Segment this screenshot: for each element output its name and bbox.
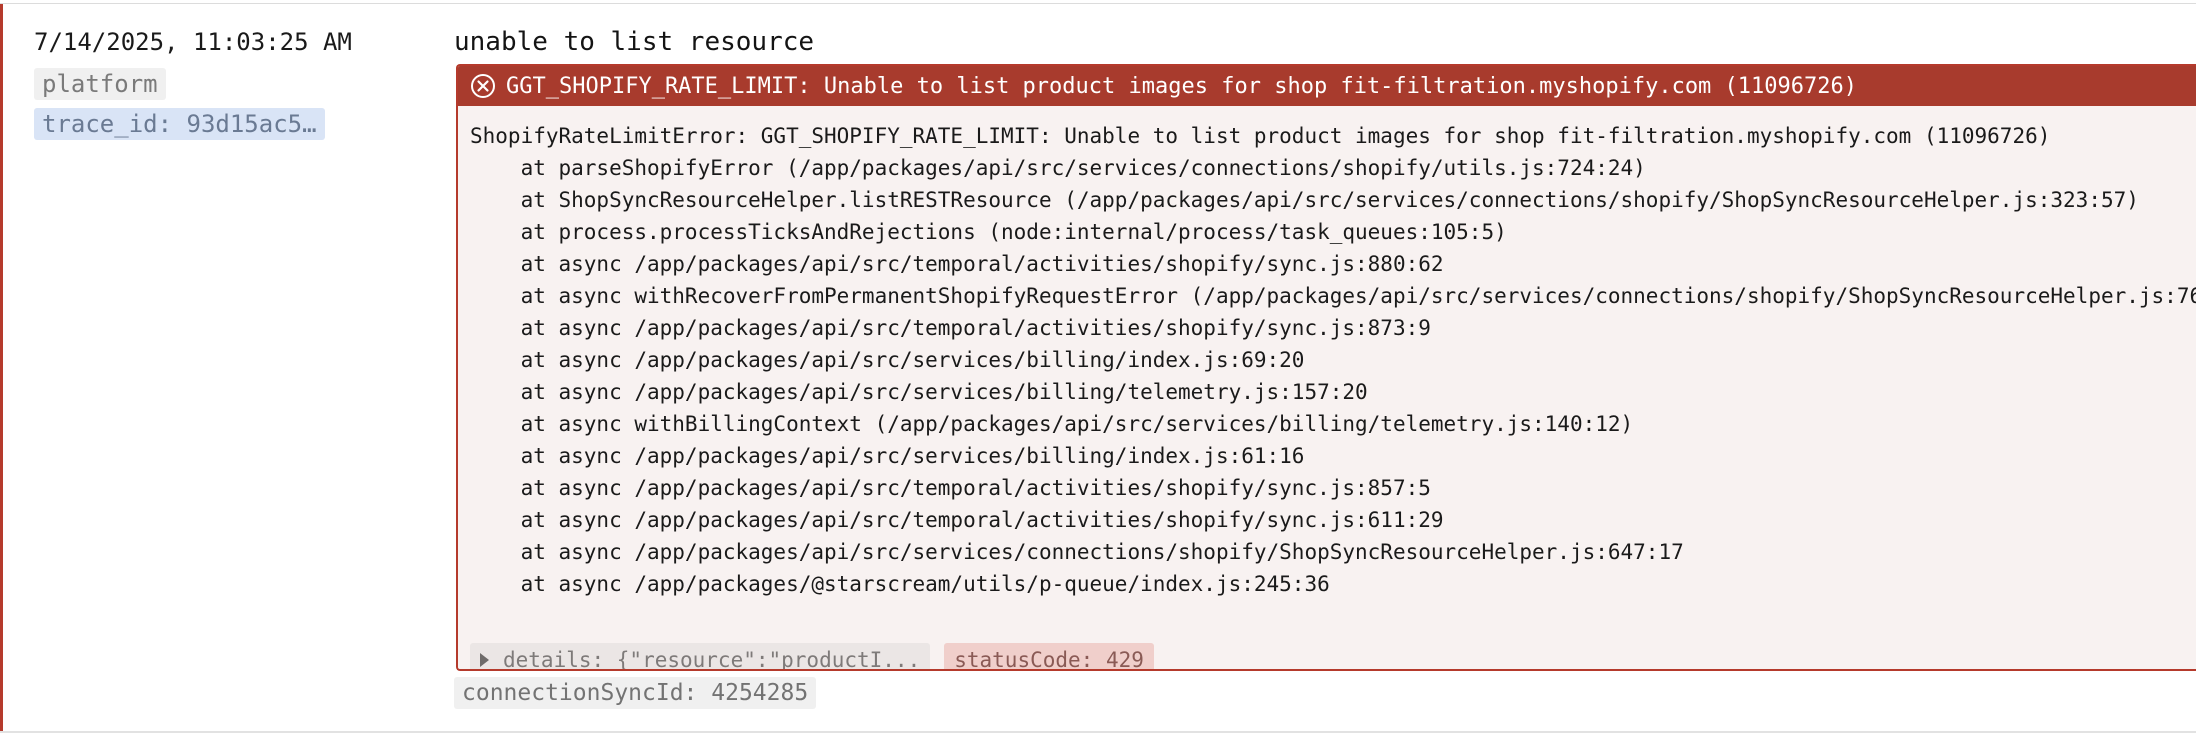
connection-sync-id-tag[interactable]: connectionSyncId: 4254285 [454, 677, 817, 709]
stack-trace-line: ShopifyRateLimitError: GGT_SHOPIFY_RATE_… [470, 124, 2051, 148]
stack-trace-line: at async /app/packages/api/src/services/… [470, 380, 1368, 404]
error-header-text: GGT_SHOPIFY_RATE_LIMIT: Unable to list p… [506, 73, 1858, 99]
stack-trace-line: at async /app/packages/api/src/services/… [470, 444, 1305, 468]
log-viewer: 7/14/2025, 11:03:25 AM platform trace_id… [0, 0, 2196, 736]
stack-trace-line: at async withBillingContext (/app/packag… [470, 412, 1634, 436]
stack-trace-line: at async /app/packages/api/src/temporal/… [470, 508, 1444, 532]
trace-id-tag[interactable]: trace_id: 93d15ac5… [34, 108, 325, 140]
stack-trace-line: at async /app/packages/api/src/temporal/… [470, 316, 1431, 340]
error-header: GGT_SHOPIFY_RATE_LIMIT: Unable to list p… [458, 66, 2196, 106]
error-panel: GGT_SHOPIFY_RATE_LIMIT: Unable to list p… [456, 64, 2196, 671]
stack-trace-line: at async /app/packages/api/src/services/… [470, 348, 1305, 372]
error-level-indicator [0, 4, 3, 731]
stack-trace-line: at ShopSyncResourceHelper.listRESTResour… [470, 188, 2139, 212]
log-entry-body: unable to list resource GGT_SHOPIFY_RATE… [454, 22, 2196, 709]
stack-trace-line: at process.processTicksAndRejections (no… [470, 220, 1507, 244]
expand-triangle-icon [480, 653, 489, 667]
top-divider [0, 3, 2196, 4]
log-entry-meta: 7/14/2025, 11:03:25 AM platform trace_id… [34, 22, 434, 140]
log-message: unable to list resource [454, 27, 815, 57]
stack-trace-line: at async /app/packages/api/src/temporal/… [470, 476, 1431, 500]
source-tag[interactable]: platform [34, 68, 166, 100]
log-timestamp: 7/14/2025, 11:03:25 AM [34, 28, 352, 56]
stack-trace-line: at parseShopifyError (/app/packages/api/… [470, 156, 1646, 180]
details-badge-text: details: {"resource":"productI... [503, 648, 921, 671]
stack-trace-line: at async /app/packages/api/src/temporal/… [470, 252, 1444, 276]
stack-trace-line: at async /app/packages/@starscream/utils… [470, 572, 1330, 596]
stack-trace: ShopifyRateLimitError: GGT_SHOPIFY_RATE_… [458, 106, 2196, 600]
error-attributes: details: {"resource":"productI... status… [470, 643, 1154, 671]
details-toggle[interactable]: details: {"resource":"productI... [470, 643, 931, 671]
circle-x-icon [471, 74, 495, 98]
bottom-divider [0, 731, 2196, 733]
status-code-badge[interactable]: statusCode: 429 [944, 643, 1154, 669]
stack-trace-line: at async withRecoverFromPermanentShopify… [470, 284, 2196, 308]
stack-trace-line: at async /app/packages/api/src/services/… [470, 540, 1684, 564]
